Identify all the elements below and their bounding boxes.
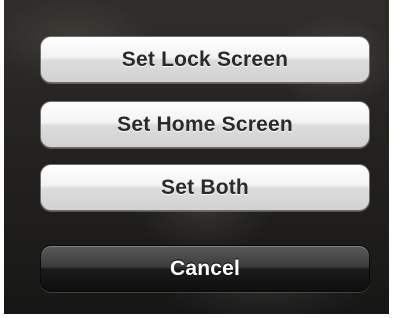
set-home-screen-button[interactable]: Set Home Screen: [40, 101, 370, 148]
cancel-button[interactable]: Cancel: [40, 245, 370, 292]
set-lock-screen-button[interactable]: Set Lock Screen: [40, 36, 370, 83]
wallpaper-preview-backdrop: Set Lock Screen Set Home Screen Set Both…: [4, 0, 389, 314]
set-both-button[interactable]: Set Both: [40, 164, 370, 211]
